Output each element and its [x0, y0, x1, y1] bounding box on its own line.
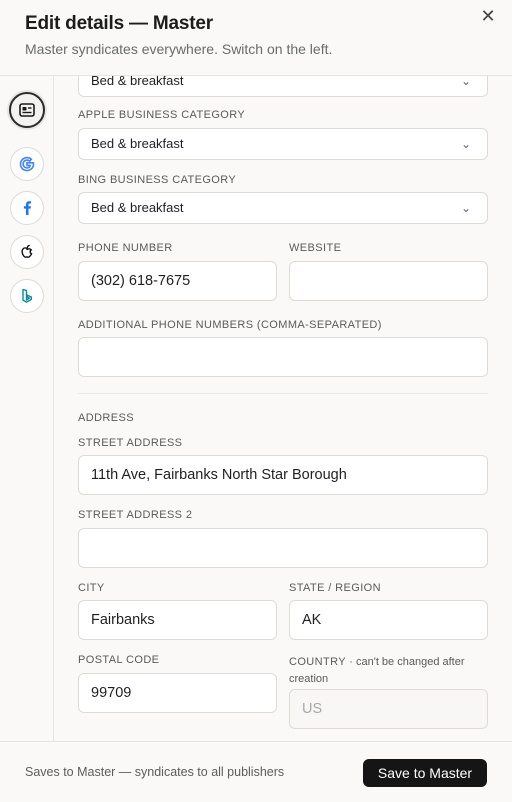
id-card-icon [19, 103, 35, 117]
street-input[interactable]: 11th Ave, Fairbanks North Star Borough [78, 455, 488, 495]
bing-category-select[interactable]: Bed & breakfast ⌄ [78, 192, 488, 224]
dialog-title: Edit details — Master [25, 13, 213, 34]
address-section-heading: Address [78, 412, 134, 424]
chevron-down-icon: ⌄ [460, 201, 471, 215]
google-icon [19, 156, 35, 172]
phone-label: Phone Number [78, 242, 173, 254]
apple-category-select[interactable]: Bed & breakfast ⌄ [78, 128, 488, 160]
bing-category-label: Bing Business Category [78, 174, 237, 186]
chevron-down-icon: ⌄ [460, 137, 471, 151]
business-category-value: Bed & breakfast [91, 76, 184, 88]
section-divider [78, 393, 488, 394]
form-scroll-area[interactable]: Bed & breakfast ⌄ Apple Business Categor… [55, 76, 512, 741]
street2-label: Street Address 2 [78, 509, 193, 521]
city-input[interactable]: Fairbanks [78, 600, 277, 640]
website-input[interactable] [289, 261, 488, 301]
city-label: City [78, 582, 105, 594]
rail-item-master[interactable] [9, 92, 45, 128]
state-label: State / Region [289, 582, 381, 594]
business-category-select[interactable]: Bed & breakfast ⌄ [78, 76, 488, 97]
dialog-footer: Saves to Master — syndicates to all publ… [0, 741, 512, 802]
country-input: US [289, 689, 488, 729]
footer-note: Saves to Master — syndicates to all publ… [25, 765, 285, 779]
save-button[interactable]: Save to Master [363, 759, 487, 787]
publisher-rail [0, 76, 54, 741]
dialog-header: Edit details — Master Master syndicates … [0, 0, 512, 76]
chevron-down-icon: ⌄ [460, 76, 471, 88]
street-label: Street Address [78, 437, 183, 449]
dialog-subtitle: Master syndicates everywhere. Switch on … [25, 41, 333, 57]
postal-input[interactable]: 99709 [78, 673, 277, 713]
rail-item-google[interactable] [10, 147, 44, 181]
bing-icon [22, 288, 32, 303]
apple-category-label: Apple Business Category [78, 109, 246, 121]
rail-item-facebook[interactable] [10, 191, 44, 225]
country-label-text: Country [289, 656, 346, 668]
close-icon[interactable]: ✕ [478, 6, 498, 26]
additional-phones-label: Additional Phone Numbers (comma-separate… [78, 319, 382, 331]
rail-item-bing[interactable] [10, 279, 44, 313]
phone-input[interactable]: (302) 618-7675 [78, 261, 277, 301]
rail-item-apple[interactable] [10, 235, 44, 269]
country-label: Country · can't be changed after creatio… [289, 654, 489, 688]
postal-label: Postal Code [78, 654, 160, 666]
facebook-icon [23, 201, 31, 215]
additional-phones-input[interactable] [78, 337, 488, 377]
street2-input[interactable] [78, 528, 488, 568]
apple-icon [21, 244, 33, 258]
state-input[interactable]: AK [289, 600, 488, 640]
website-label: Website [289, 242, 342, 254]
bing-category-value: Bed & breakfast [91, 200, 184, 215]
apple-category-value: Bed & breakfast [91, 136, 184, 151]
